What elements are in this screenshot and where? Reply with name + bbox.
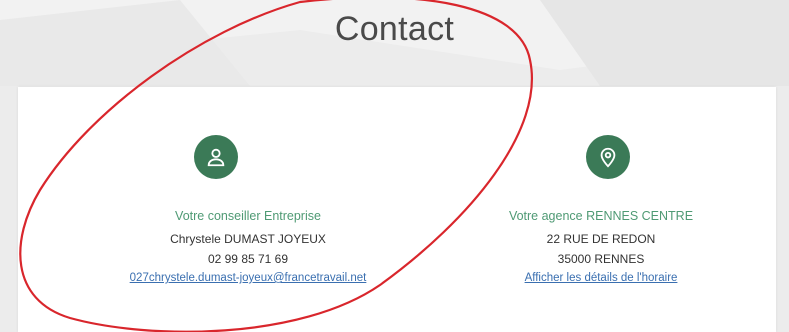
- advisor-label: Votre conseiller Entreprise: [175, 209, 321, 223]
- agency-city: 35000 RENNES: [557, 252, 645, 266]
- agency-hours-link[interactable]: Afficher les détails de l'horaire: [436, 272, 766, 284]
- user-icon-badge: [194, 135, 238, 179]
- location-pin-icon: [600, 147, 616, 168]
- user-icon: [207, 148, 225, 167]
- page-title: Contact: [334, 10, 455, 48]
- advisor-phone: 02 99 85 71 69: [207, 252, 289, 266]
- advisor-section: Votre conseiller Entreprise Chrystele DU…: [98, 87, 398, 332]
- advisor-email-link[interactable]: 027chrystele.dumast-joyeux@francetravail…: [98, 272, 398, 284]
- agency-label: Votre agence RENNES CENTRE: [508, 209, 694, 223]
- location-icon-badge: [586, 135, 630, 179]
- contact-card: Votre conseiller Entreprise Chrystele DU…: [18, 87, 776, 332]
- advisor-name: Chrystele DUMAST JOYEUX: [170, 232, 326, 246]
- agency-street: 22 RUE DE REDON: [546, 232, 656, 246]
- agency-section: Votre agence RENNES CENTRE 22 RUE DE RED…: [436, 87, 766, 332]
